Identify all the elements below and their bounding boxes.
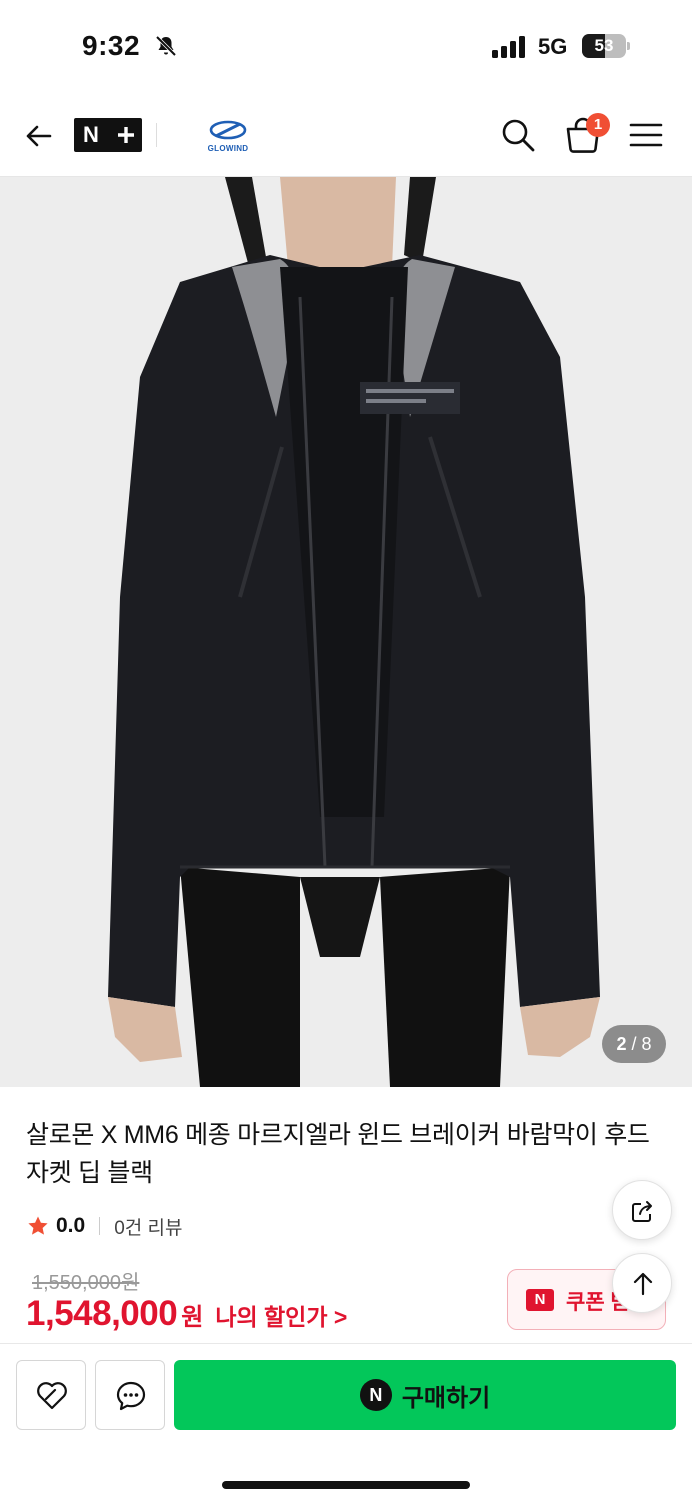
- battery-icon: 53: [582, 34, 630, 58]
- rating-row[interactable]: 0.0 0건 리뷰: [26, 1212, 183, 1240]
- header-divider: [156, 123, 157, 147]
- talk-button[interactable]: [95, 1360, 165, 1430]
- product-photo: [0, 177, 692, 1087]
- arrow-up-icon: [633, 1272, 653, 1296]
- rating-value: 0.0: [56, 1214, 86, 1237]
- buy-button[interactable]: N 구매하기: [174, 1360, 676, 1430]
- sale-price: 1,548,000: [26, 1294, 178, 1333]
- heart-icon: [37, 1382, 67, 1410]
- top-nav: N GLOWIND: [0, 95, 692, 177]
- back-arrow-icon[interactable]: [20, 117, 58, 155]
- store-logo[interactable]: GLOWIND: [200, 119, 256, 155]
- review-count[interactable]: 0건 리뷰: [114, 1213, 182, 1240]
- buy-label: 구매하기: [401, 1384, 491, 1412]
- naver-pay-badge: N: [359, 1379, 392, 1411]
- signal-icon: [492, 36, 525, 58]
- image-separator: /: [631, 1034, 637, 1054]
- sale-price-row: 1,548,000 원 나의 할인가 >: [26, 1294, 347, 1338]
- wishlist-button[interactable]: [16, 1360, 86, 1430]
- bottom-action-bar: N 구매하기: [0, 1343, 692, 1500]
- nplus-n: N: [83, 122, 99, 147]
- star-icon: [28, 1216, 48, 1235]
- battery-level: 53: [594, 36, 614, 55]
- menu-icon[interactable]: [628, 117, 664, 153]
- image-current: 2: [616, 1034, 627, 1054]
- share-icon: [632, 1201, 652, 1222]
- sale-price-unit: 원: [181, 1304, 204, 1331]
- status-bar: 9:32 5G 53: [0, 0, 692, 95]
- naver-n-badge: N: [526, 1289, 554, 1311]
- status-time: 9:32: [82, 30, 141, 61]
- image-total: 8: [641, 1034, 652, 1054]
- naver-plus-logo[interactable]: N: [74, 118, 186, 152]
- rating-divider: [99, 1217, 101, 1235]
- network-label: 5G: [538, 34, 568, 59]
- plus-icon: [118, 127, 134, 143]
- search-icon[interactable]: [498, 115, 538, 155]
- share-button[interactable]: [612, 1180, 672, 1240]
- chat-icon: [116, 1381, 146, 1411]
- my-discount-link[interactable]: 나의 할인가 >: [215, 1298, 347, 1332]
- scroll-top-button[interactable]: [612, 1253, 672, 1313]
- cart-count-badge: 1: [586, 113, 610, 137]
- glowind-logo-icon: [209, 120, 247, 140]
- bell-muted-icon: [155, 35, 177, 57]
- home-indicator: [222, 1481, 470, 1489]
- store-name: GLOWIND: [207, 144, 249, 153]
- image-counter: 2 / 8: [602, 1025, 666, 1063]
- product-image[interactable]: [0, 177, 692, 1087]
- product-title: 살로몬 X MM6 메종 마르지엘라 윈드 브레이커 바람막이 후드 자켓 딥 …: [26, 1121, 650, 1187]
- original-price: 1,550,000원: [32, 1272, 140, 1294]
